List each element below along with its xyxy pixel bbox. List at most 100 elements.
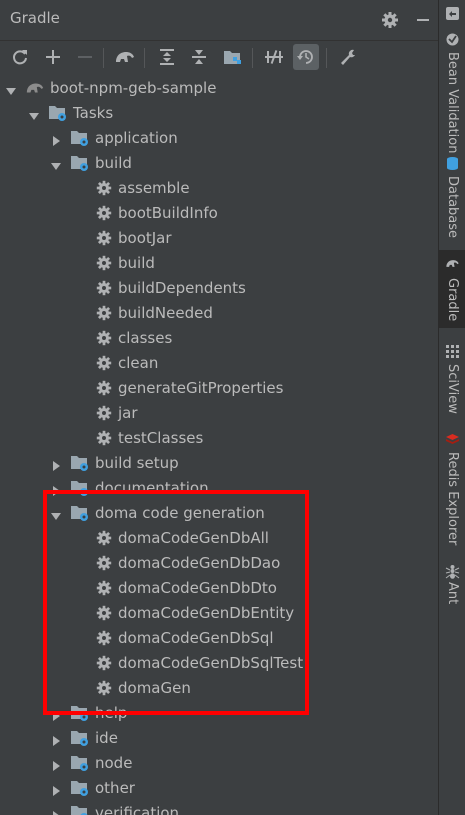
task-label: domaCodeGenDbSql xyxy=(118,629,274,647)
task-folder-icon xyxy=(70,729,90,747)
minimize-icon[interactable] xyxy=(413,10,433,30)
tab-redis-explorer[interactable]: Redis Explorer xyxy=(439,428,465,548)
task-label: domaCodeGenDbAll xyxy=(118,529,269,547)
collapsed-arrow-icon[interactable] xyxy=(50,807,62,815)
collapsed-arrow-icon[interactable] xyxy=(50,782,62,796)
task-item[interactable]: domaCodeGenDbDao xyxy=(0,551,438,576)
panel-header: Gradle xyxy=(0,0,438,41)
task-folder-icon xyxy=(70,754,90,772)
collapsed-arrow-icon[interactable] xyxy=(50,482,62,496)
group-label: help xyxy=(95,704,128,722)
expanded-arrow-icon[interactable] xyxy=(50,507,62,520)
gear-icon xyxy=(95,679,115,697)
gear-icon xyxy=(95,529,115,547)
tree-root-label: boot-npm-geb-sample xyxy=(50,79,217,97)
add-icon[interactable] xyxy=(40,44,66,70)
group-build-setup[interactable]: build setup xyxy=(0,451,438,476)
collapsed-arrow-icon[interactable] xyxy=(50,757,62,771)
task-item[interactable]: assemble xyxy=(0,176,438,201)
group-other[interactable]: other xyxy=(0,776,438,801)
collapsed-arrow-icon[interactable] xyxy=(50,457,62,471)
expanded-arrow-icon[interactable] xyxy=(28,107,40,120)
group-documentation[interactable]: documentation xyxy=(0,476,438,501)
task-label: generateGitProperties xyxy=(118,379,284,397)
group-doma-code-generation[interactable]: doma code generation xyxy=(0,501,438,526)
task-folder-icon xyxy=(70,129,90,147)
group-node[interactable]: node xyxy=(0,751,438,776)
group-label: other xyxy=(95,779,135,797)
group-label: documentation xyxy=(95,479,209,497)
task-item[interactable]: domaCodeGenDbEntity xyxy=(0,601,438,626)
bean-validation-icon xyxy=(445,32,460,47)
task-item[interactable]: domaCodeGenDbDto xyxy=(0,576,438,601)
task-item[interactable]: generateGitProperties xyxy=(0,376,438,401)
task-item[interactable]: testClasses xyxy=(0,426,438,451)
grid-icon xyxy=(445,344,460,359)
task-label: domaCodeGenDbDao xyxy=(118,554,281,572)
task-folder-icon xyxy=(70,454,90,472)
task-item[interactable]: clean xyxy=(0,351,438,376)
gear-icon xyxy=(95,204,115,222)
wrench-icon[interactable] xyxy=(335,44,361,70)
group-label: application xyxy=(95,129,178,147)
history-icon[interactable] xyxy=(293,44,319,70)
right-tool-strip: Bean Validation Database Gradle SciView … xyxy=(438,0,465,815)
task-item[interactable]: classes xyxy=(0,326,438,351)
tab-database[interactable]: Database xyxy=(439,150,465,240)
tab-label: Database xyxy=(445,176,460,239)
refresh-icon[interactable] xyxy=(7,44,33,70)
task-item[interactable]: domaCodeGenDbAll xyxy=(0,526,438,551)
group-build[interactable]: build xyxy=(0,151,438,176)
tab-sciview[interactable]: SciView xyxy=(439,338,465,418)
toggle-offline-icon[interactable] xyxy=(261,44,287,70)
tab-bean-validation[interactable]: Bean Validation xyxy=(439,26,465,153)
tab-label: Gradle xyxy=(445,278,460,322)
task-item[interactable]: domaGen xyxy=(0,676,438,701)
tree-root[interactable]: boot-npm-geb-sample xyxy=(0,76,438,101)
task-folder-icon xyxy=(70,479,90,497)
expand-all-icon[interactable] xyxy=(154,44,180,70)
gradle-tool-window: Gradle boot-npm-geb-sample Tasks applica… xyxy=(0,0,438,815)
redis-icon xyxy=(445,432,460,447)
task-item[interactable]: domaCodeGenDbSqlTest xyxy=(0,651,438,676)
group-help[interactable]: help xyxy=(0,701,438,726)
task-label: buildNeeded xyxy=(118,304,213,322)
task-folder-icon xyxy=(70,154,90,172)
tab-gradle[interactable]: Gradle xyxy=(439,250,465,328)
group-label: build setup xyxy=(95,454,179,472)
collapsed-arrow-icon[interactable] xyxy=(50,707,62,721)
dependencies-icon[interactable] xyxy=(220,44,246,70)
gear-icon xyxy=(95,329,115,347)
task-item[interactable]: build xyxy=(0,251,438,276)
task-item[interactable]: buildDependents xyxy=(0,276,438,301)
elephant-icon[interactable] xyxy=(112,44,138,70)
tab-ant[interactable]: Ant xyxy=(439,560,465,610)
gear-icon xyxy=(95,354,115,372)
expanded-arrow-icon[interactable] xyxy=(5,82,17,95)
task-item[interactable]: domaCodeGenDbSql xyxy=(0,626,438,651)
group-ide[interactable]: ide xyxy=(0,726,438,751)
group-label: ide xyxy=(95,729,118,747)
collapsed-arrow-icon[interactable] xyxy=(50,732,62,746)
gear-icon xyxy=(95,379,115,397)
task-item[interactable]: buildNeeded xyxy=(0,301,438,326)
collapse-all-icon[interactable] xyxy=(186,44,212,70)
remove-icon[interactable] xyxy=(72,44,98,70)
gear-icon xyxy=(95,579,115,597)
tab-label: SciView xyxy=(445,364,460,414)
task-folder-icon xyxy=(48,104,68,122)
task-item[interactable]: bootBuildInfo xyxy=(0,201,438,226)
expanded-arrow-icon[interactable] xyxy=(50,157,62,170)
collapsed-arrow-icon[interactable] xyxy=(50,132,62,146)
group-application[interactable]: application xyxy=(0,126,438,151)
tasks-folder[interactable]: Tasks xyxy=(0,101,438,126)
task-item[interactable]: jar xyxy=(0,401,438,426)
elephant-icon xyxy=(445,256,460,271)
tab-label: Redis Explorer xyxy=(445,452,460,546)
gear-icon xyxy=(95,604,115,622)
task-item[interactable]: bootJar xyxy=(0,226,438,251)
tab-label: Ant xyxy=(445,582,460,605)
gear-icon[interactable] xyxy=(380,10,400,30)
group-verification[interactable]: verification xyxy=(0,801,438,815)
notifications-icon[interactable] xyxy=(445,6,460,21)
